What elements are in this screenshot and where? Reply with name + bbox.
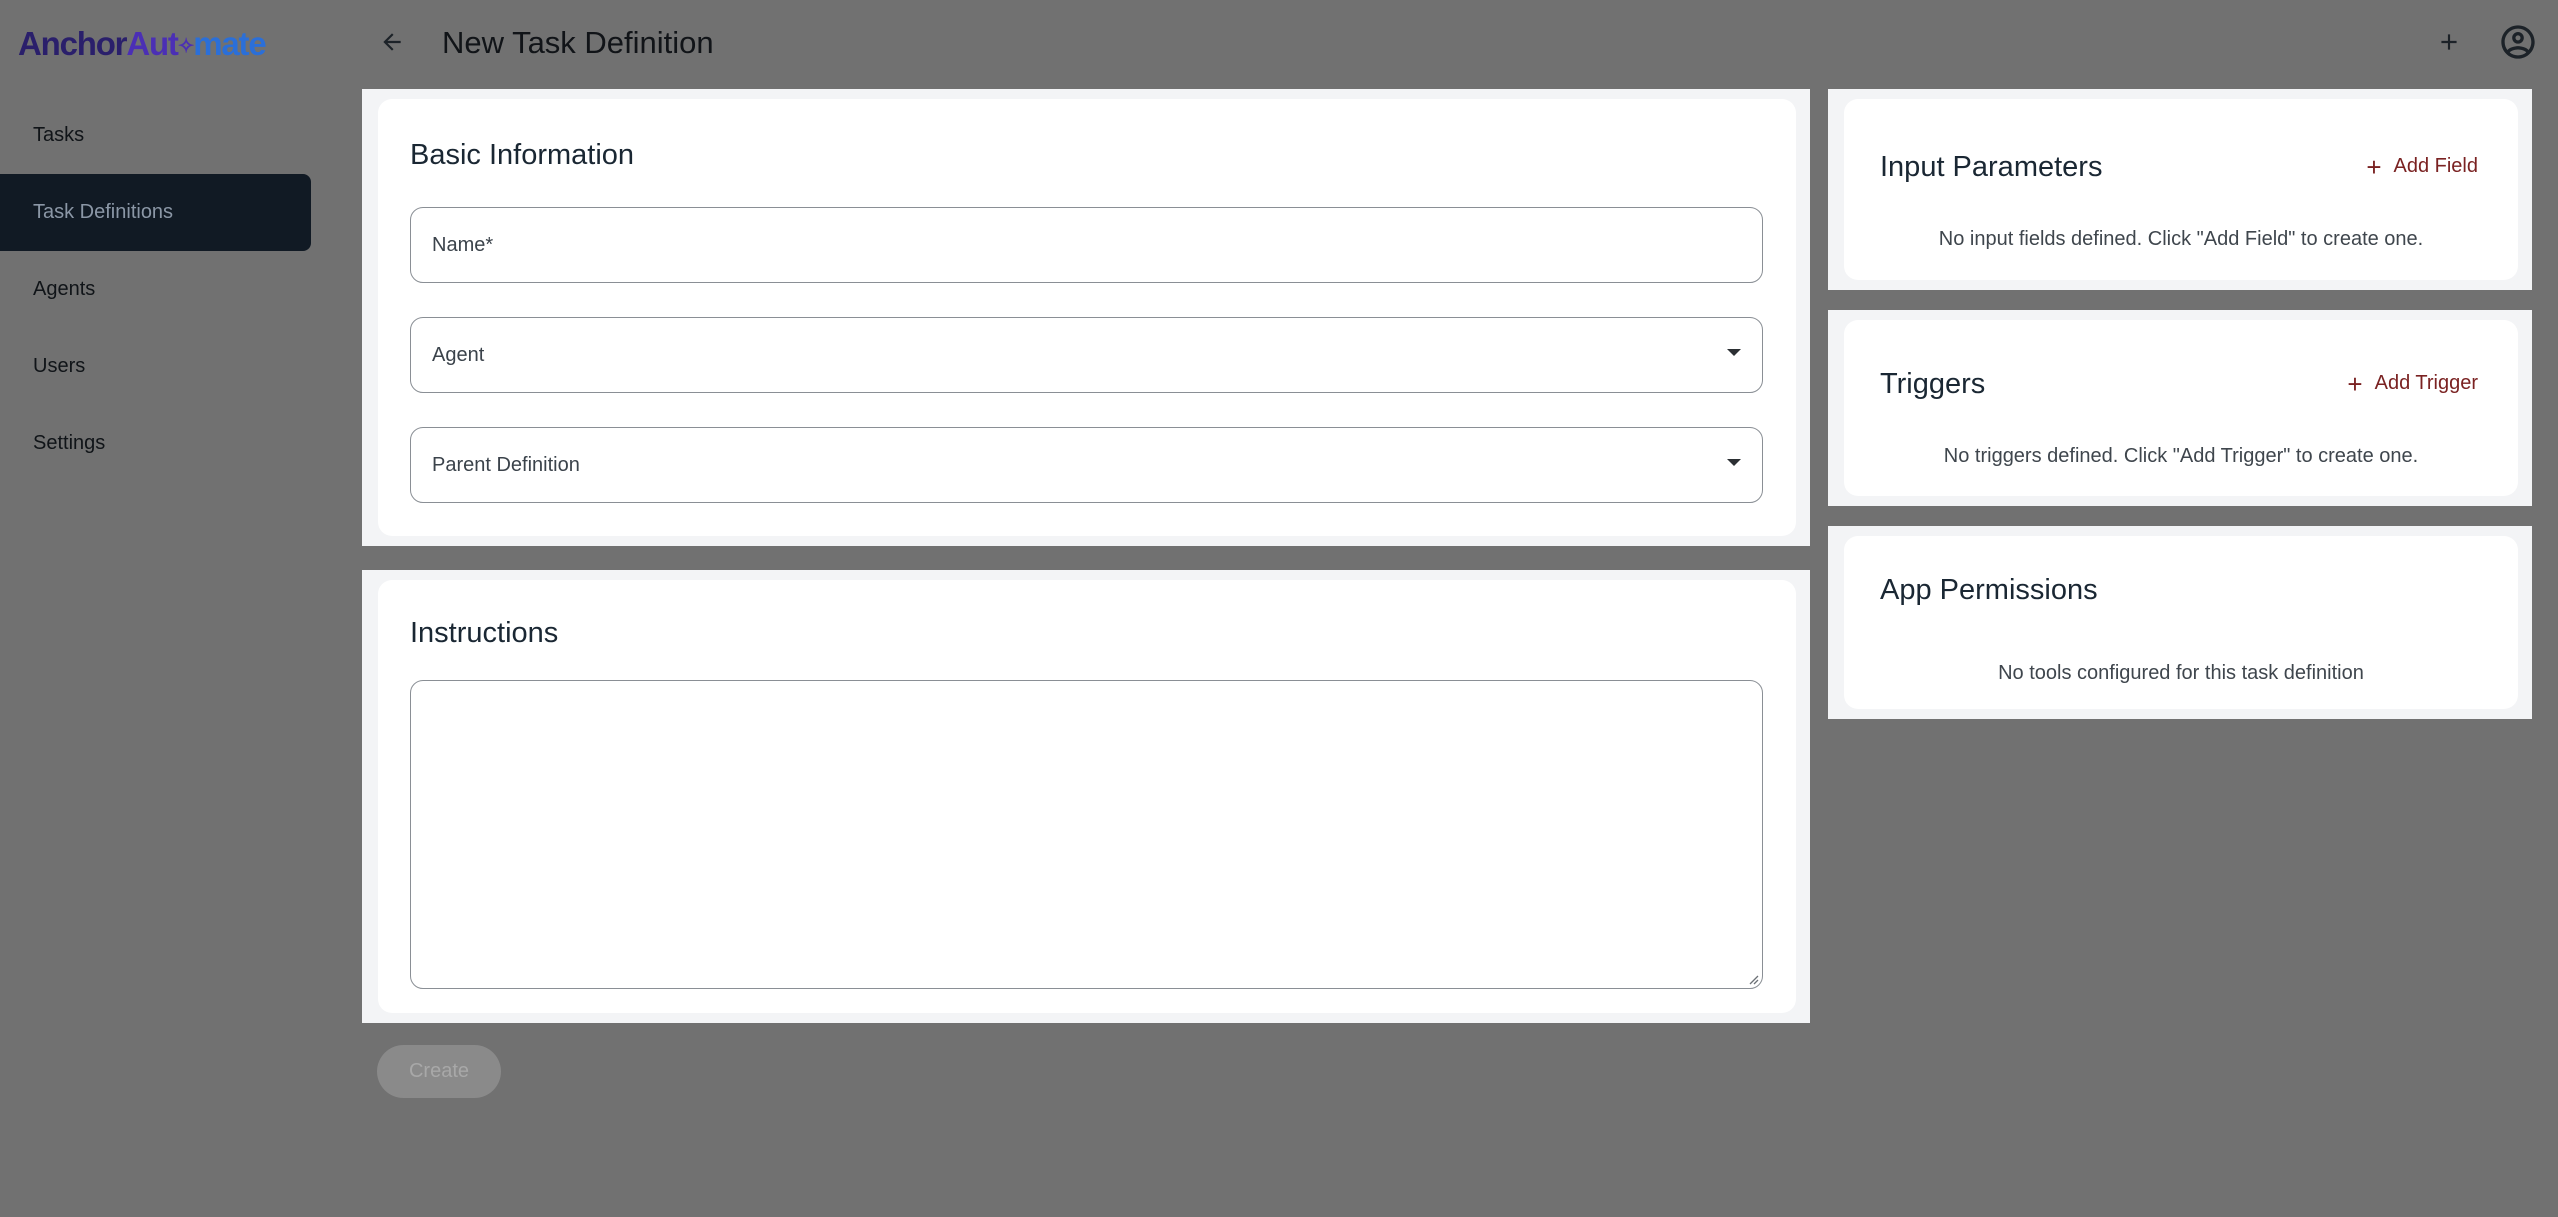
plus-icon: + (2347, 368, 2363, 399)
add-trigger-label: Add Trigger (2374, 372, 2478, 394)
input-parameters-panel: Input Parameters + Add Field No input fi… (1828, 89, 2532, 290)
parent-definition-select[interactable]: Parent Definition (410, 427, 1763, 503)
app-permissions-empty-text: No tools configured for this task defini… (1998, 662, 2364, 684)
sidebar-item-users[interactable]: Users (0, 328, 311, 405)
triggers-empty-text: No triggers defined. Click "Add Trigger"… (1943, 445, 2419, 467)
page-title: New Task Definition (442, 25, 714, 60)
sidebar-item-label: Users (33, 355, 86, 377)
instructions-card: Instructions (378, 580, 1796, 1013)
add-field-label: Add Field (2393, 155, 2479, 177)
logo-sparkle-icon: ✧ (177, 35, 195, 58)
logo-text-aut: Aut (126, 25, 179, 62)
name-field-label: Name* (432, 233, 494, 256)
resize-handle-icon[interactable] (1747, 973, 1759, 985)
account-circle-icon (2501, 25, 2535, 59)
sidebar-item-tasks[interactable]: Tasks (0, 97, 311, 174)
parent-definition-label: Parent Definition (432, 453, 580, 476)
instructions-textarea[interactable] (410, 680, 1763, 989)
chevron-down-icon (1727, 459, 1741, 466)
agent-select-label: Agent (432, 343, 485, 366)
chevron-down-icon (1727, 349, 1741, 356)
plus-icon (2441, 34, 2457, 50)
arrow-left-icon (383, 33, 401, 51)
account-button[interactable] (2496, 20, 2540, 64)
sidebar-item-label: Settings (33, 432, 106, 454)
triggers-card: Triggers + Add Trigger No triggers defin… (1844, 320, 2518, 496)
sidebar-item-task-definitions[interactable]: Task Definitions (0, 174, 311, 251)
app-permissions-panel: App Permissions No tools configured for … (1828, 526, 2532, 719)
logo-text-anchor: Anchor (18, 25, 128, 62)
sidebar-item-label: Task Definitions (33, 201, 174, 223)
basic-information-title: Basic Information (410, 139, 635, 171)
triggers-title: Triggers (1880, 368, 1986, 400)
instructions-panel: Instructions (362, 570, 1810, 1023)
name-field[interactable]: Name* (410, 207, 1763, 283)
basic-information-card: Basic Information Name* Agent Parent Def… (378, 99, 1796, 536)
logo-text-mate: mate (193, 25, 266, 62)
add-field-button[interactable]: + Add Field (2366, 151, 2479, 182)
sidebar-item-settings[interactable]: Settings (0, 405, 311, 482)
add-trigger-button[interactable]: + Add Trigger (2347, 368, 2478, 399)
sidebar-item-label: Agents (33, 278, 96, 300)
input-parameters-empty-text: No input fields defined. Click "Add Fiel… (1938, 228, 2424, 250)
agent-select[interactable]: Agent (410, 317, 1763, 393)
instructions-title: Instructions (410, 617, 559, 649)
back-button[interactable] (372, 22, 412, 62)
sidebar-nav: Tasks Task Definitions Agents Users Sett… (0, 97, 311, 482)
basic-information-panel: Basic Information Name* Agent Parent Def… (362, 89, 1810, 546)
create-button[interactable]: Create (377, 1045, 501, 1098)
sidebar-item-agents[interactable]: Agents (0, 251, 311, 328)
header-add-button[interactable] (2431, 22, 2467, 62)
app-logo: AnchorAut✧mate (18, 22, 267, 68)
app-permissions-title: App Permissions (1880, 574, 2098, 606)
triggers-panel: Triggers + Add Trigger No triggers defin… (1828, 310, 2532, 506)
input-parameters-card: Input Parameters + Add Field No input fi… (1844, 99, 2518, 280)
input-parameters-title: Input Parameters (1880, 151, 2103, 183)
plus-icon: + (2366, 151, 2382, 182)
sidebar-item-label: Tasks (33, 124, 85, 146)
app-permissions-card: App Permissions No tools configured for … (1844, 536, 2518, 709)
